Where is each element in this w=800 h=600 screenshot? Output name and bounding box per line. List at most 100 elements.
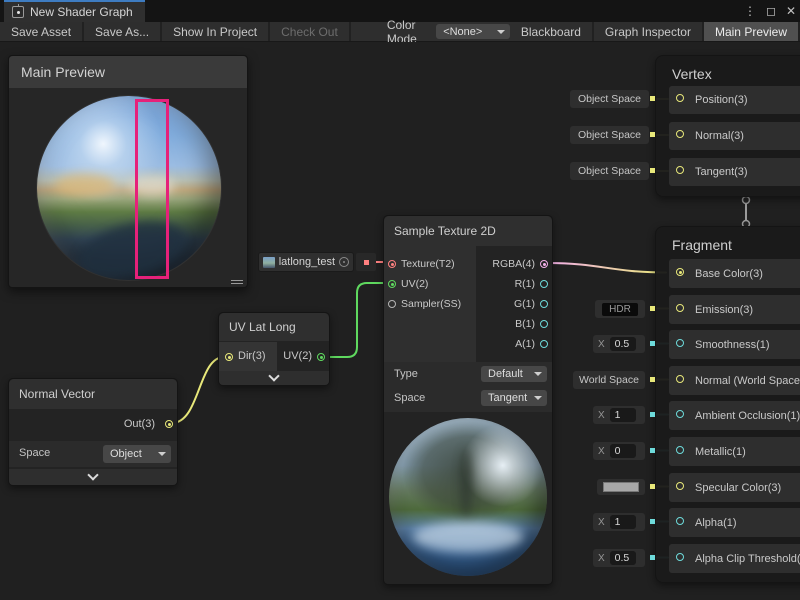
connector-dot	[650, 412, 655, 417]
sampler-input-port[interactable]	[388, 300, 396, 308]
out-label: Out(3)	[124, 409, 155, 439]
uv-input-port[interactable]	[388, 280, 396, 288]
ambient-occlusion-value-field[interactable]: X 1	[593, 406, 645, 424]
out-port[interactable]	[165, 420, 173, 428]
uv-lat-long-title: UV Lat Long	[219, 313, 329, 341]
fragment-row-smoothness[interactable]: Smoothness(1)	[669, 330, 800, 359]
fragment-row-metallic[interactable]: Metallic(1)	[669, 437, 800, 466]
fragment-row-alpha[interactable]: Alpha(1)	[669, 508, 800, 537]
connector-dot	[650, 555, 655, 560]
a-output-port[interactable]	[540, 340, 548, 348]
space-dropdown[interactable]: Tangent	[481, 390, 547, 406]
connector-dot	[650, 132, 655, 137]
specular-color-swatch[interactable]	[597, 479, 645, 495]
output-g[interactable]: G(1)	[474, 294, 552, 314]
resize-handle[interactable]	[231, 280, 243, 284]
metallic-port[interactable]	[676, 446, 684, 454]
ambient-occlusion-port[interactable]	[676, 410, 684, 418]
output-rgba[interactable]: RGBA(4)	[474, 254, 552, 274]
input-texture[interactable]: Texture(T2)	[384, 254, 476, 274]
fragment-node-title: Fragment	[656, 227, 800, 263]
alpha-value-field[interactable]: X 1	[593, 513, 645, 531]
connector-dot	[650, 519, 655, 524]
tree-trunk	[461, 448, 471, 518]
output-a[interactable]: A(1)	[474, 334, 552, 354]
property-node-latlong-test[interactable]: latlong_test	[258, 252, 354, 272]
type-dropdown[interactable]: Default	[481, 366, 547, 382]
vertex-node[interactable]: Vertex Position(3) Normal(3) Tangent(3)	[655, 55, 800, 197]
sample-texture-inputs: Texture(T2) UV(2) Sampler(SS)	[384, 246, 476, 362]
smoothness-value-field[interactable]: X 0.5	[593, 335, 645, 353]
normal-space-dropdown-fragment[interactable]: World Space	[573, 371, 645, 389]
collapse-chevron[interactable]	[9, 469, 177, 485]
normal-space-dropdown[interactable]: Object Space	[570, 126, 649, 144]
smoothness-port[interactable]	[676, 339, 684, 347]
main-preview-header[interactable]: Main Preview	[9, 56, 247, 88]
preview-sphere	[37, 96, 221, 280]
connector-dot	[650, 377, 655, 382]
rgba-output-port[interactable]	[540, 260, 548, 268]
uv-lat-long-node[interactable]: UV Lat Long Dir(3) UV(2)	[218, 312, 330, 386]
fragment-row-specular-color[interactable]: Specular Color(3)	[669, 473, 800, 502]
fragment-row-ambient-occlusion[interactable]: Ambient Occlusion(1)	[669, 401, 800, 430]
metallic-value-field[interactable]: X 0	[593, 442, 645, 460]
space-label: Space	[19, 447, 50, 459]
base-color-port[interactable]	[676, 268, 684, 276]
output-r[interactable]: R(1)	[474, 274, 552, 294]
vertex-row-tangent[interactable]: Tangent(3)	[669, 158, 800, 186]
tangent-space-dropdown[interactable]: Object Space	[570, 162, 649, 180]
main-preview-body	[9, 88, 247, 287]
input-uv[interactable]: UV(2)	[384, 274, 476, 294]
emission-hdr-field[interactable]: HDR	[595, 300, 645, 318]
color-swatch[interactable]	[603, 482, 639, 492]
output-b[interactable]: B(1)	[474, 314, 552, 334]
dir-input-port[interactable]	[225, 353, 233, 361]
connector-dot	[650, 96, 655, 101]
texture-input-port[interactable]	[388, 260, 396, 268]
sample-texture-controls: Type Default Space Tangent	[384, 362, 552, 412]
fragment-node[interactable]: Fragment Base Color(3) Emission(3) Smoot…	[655, 226, 800, 583]
r-output-port[interactable]	[540, 280, 548, 288]
reflection-houses	[55, 174, 115, 196]
type-label: Type	[394, 368, 418, 380]
connector-dot	[650, 306, 655, 311]
g-output-port[interactable]	[540, 300, 548, 308]
sample-texture-title: Sample Texture 2D	[384, 216, 552, 246]
input-sampler[interactable]: Sampler(SS)	[384, 294, 476, 314]
pool-highlight	[413, 522, 523, 552]
normal-port[interactable]	[676, 130, 684, 138]
fragment-row-emission[interactable]: Emission(3)	[669, 295, 800, 324]
vertex-row-position[interactable]: Position(3)	[669, 86, 800, 114]
alpha-clip-port[interactable]	[676, 553, 684, 561]
position-space-dropdown[interactable]: Object Space	[570, 90, 649, 108]
connector-dot	[650, 448, 655, 453]
specular-color-port[interactable]	[676, 482, 684, 490]
b-output-port[interactable]	[540, 320, 548, 328]
connector-dot	[364, 260, 369, 265]
uv-output-slot[interactable]: UV(2)	[275, 342, 329, 372]
property-output-connector[interactable]	[356, 253, 376, 271]
fragment-row-alpha-clip[interactable]: Alpha Clip Threshold(1)	[669, 544, 800, 573]
normal-ws-port[interactable]	[676, 375, 684, 383]
uv-output-port[interactable]	[317, 353, 325, 361]
connector-dot	[650, 341, 655, 346]
position-port[interactable]	[676, 94, 684, 102]
main-preview-window[interactable]: Main Preview	[8, 55, 248, 288]
alpha-port[interactable]	[676, 517, 684, 525]
emission-port[interactable]	[676, 304, 684, 312]
fragment-row-normal-ws[interactable]: Normal (World Space)(3)	[669, 366, 800, 395]
expand-preview-icon[interactable]	[339, 257, 349, 267]
chevron-down-icon	[268, 370, 279, 381]
property-name: latlong_test	[279, 256, 335, 268]
tangent-port[interactable]	[676, 166, 684, 174]
sample-texture-outputs: RGBA(4) R(1) G(1) B(1) A(1)	[476, 246, 552, 362]
collapse-chevron[interactable]	[219, 371, 329, 385]
alpha-clip-value-field[interactable]: X 0.5	[593, 549, 645, 567]
reflection-road	[72, 211, 191, 280]
sample-texture-2d-node[interactable]: Sample Texture 2D Texture(T2) UV(2) Samp…	[383, 215, 553, 585]
space-dropdown-normal-vector[interactable]: Object	[103, 445, 171, 463]
fragment-row-base-color[interactable]: Base Color(3)	[669, 259, 800, 288]
normal-vector-node[interactable]: Normal Vector Out(3) Space Object	[8, 378, 178, 486]
dir-input-slot[interactable]: Dir(3)	[219, 342, 277, 372]
vertex-row-normal[interactable]: Normal(3)	[669, 122, 800, 150]
